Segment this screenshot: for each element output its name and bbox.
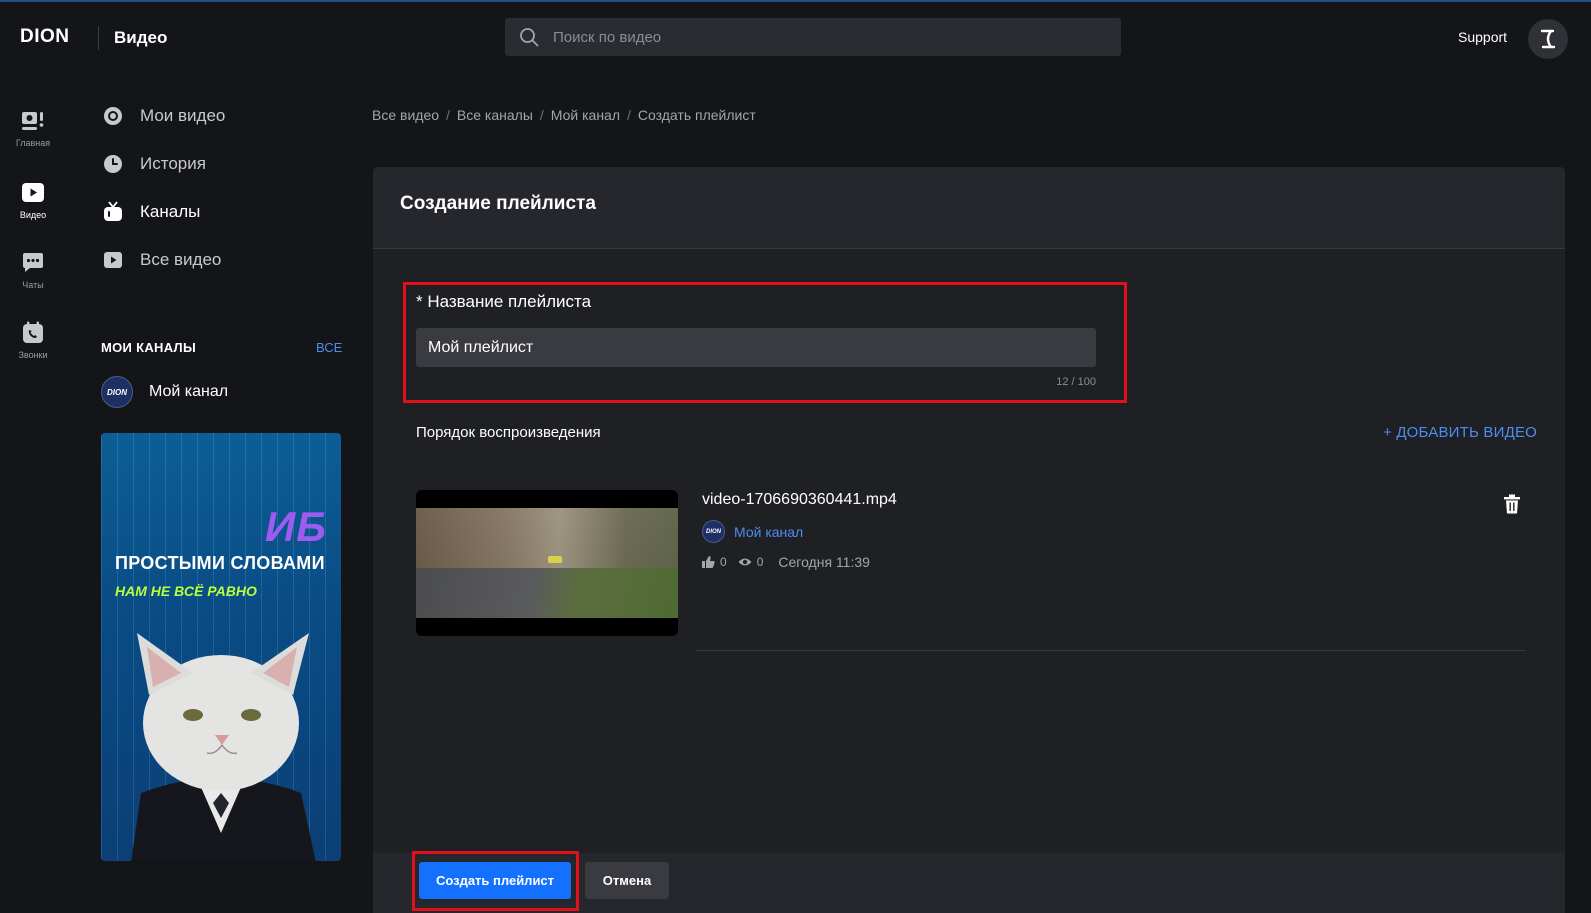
user-avatar[interactable] [1528,19,1568,59]
channel-avatar: DION [101,376,133,408]
top-bar: DION Видео Support [0,2,1591,72]
thumbnail-treeline [416,508,678,568]
nav-item-label: Каналы [140,202,201,221]
channel-item[interactable]: DION Мой канал [101,376,228,408]
calls-icon [23,321,43,343]
user-logo-icon [1540,29,1556,49]
dion-logo[interactable]: DION [20,26,70,48]
breadcrumb-separator: / [446,107,450,123]
breadcrumb-all-channels[interactable]: Все каналы [457,107,533,123]
nav-item-channels[interactable]: Каналы [102,201,200,223]
search-input[interactable] [553,18,1103,56]
nav-item-label: Мои видео [140,106,226,125]
home-icon [22,112,44,130]
nav-item-my-videos[interactable]: Мои видео [102,105,225,127]
video-icon [22,183,44,202]
cancel-button[interactable]: Отмена [585,862,669,899]
char-counter: 12 / 100 [1056,376,1096,388]
create-playlist-button[interactable]: Создать плейлист [419,862,571,899]
banner-tag: ИБ [265,503,327,550]
breadcrumb-my-channel[interactable]: Мой канал [551,107,620,123]
rail-item-chats[interactable]: Чаты [8,250,58,290]
rail-item-home[interactable]: Главная [8,108,58,148]
my-videos-icon [102,105,124,127]
add-video-button[interactable]: + ДОБАВИТЬ ВИДЕО [1383,424,1537,441]
breadcrumb-separator: / [539,107,544,123]
video-title[interactable]: video-1706690360441.mp4 [702,491,897,509]
thumbnail-road [416,568,678,618]
nav-item-label: Все видео [140,250,222,269]
breadcrumb-separator: / [627,107,631,123]
cat-in-suit-image [131,633,316,861]
video-meta: 0 0 Сегодня 11:39 [702,554,870,570]
nav-item-history[interactable]: История [102,153,206,175]
video-channel[interactable]: DION Мой канал [702,520,803,543]
rail-item-calls[interactable]: Звонки [8,320,58,360]
card-header: Создание плейлиста [373,167,1565,249]
video-channel-name: Мой канал [734,523,804,540]
channels-icon [102,201,124,223]
video-thumbnail[interactable] [416,490,678,636]
rail-item-video[interactable]: Видео [8,180,58,220]
upload-date: Сегодня 11:39 [778,554,870,570]
thumbnail-car [548,556,562,563]
banner-subline: НАМ НЕ ВСЁ РАВНО [115,583,257,599]
playback-order-label: Порядок воспроизведения [416,424,601,441]
breadcrumb: Все видео / Все каналы / Мой канал / Соз… [372,107,756,123]
rail-label: Главная [15,138,51,148]
channel-avatar: DION [702,520,725,543]
playlist-name-input[interactable] [416,328,1096,367]
likes-count: 0 [720,555,727,569]
rail-label: Чаты [22,280,44,290]
delete-video-icon[interactable] [1503,494,1521,514]
all-videos-icon [102,249,124,271]
support-link[interactable]: Support [1458,29,1507,45]
history-icon [102,153,124,175]
section-title: Видео [114,28,168,47]
channel-name: Мой канал [149,383,229,400]
nav-item-all-videos[interactable]: Все видео [102,249,221,271]
logo-divider [98,26,99,50]
breadcrumb-current: Создать плейлист [637,107,756,123]
rail-label: Звонки [18,350,48,360]
nav-item-label: История [140,154,206,173]
search-bar[interactable] [505,18,1121,56]
all-channels-link[interactable]: ВСЕ [316,340,342,355]
form-title: Создание плейлиста [400,193,596,214]
banner-headline: ПРОСТЫМИ СЛОВАМИ [115,553,325,573]
promo-banner[interactable]: ИБ ПРОСТЫМИ СЛОВАМИ НАМ НЕ ВСЁ РАВНО [101,433,341,861]
search-icon [520,28,539,47]
row-divider [696,650,1526,651]
views-icon [738,558,752,566]
breadcrumb-all-videos[interactable]: Все видео [372,107,439,123]
my-channels-heading: МОИ КАНАЛЫ [101,340,197,355]
like-icon [702,556,715,568]
chat-icon [23,253,43,272]
playlist-name-label: * Название плейлиста [416,292,592,311]
views-count: 0 [756,555,764,569]
rail-label: Видео [19,210,47,220]
